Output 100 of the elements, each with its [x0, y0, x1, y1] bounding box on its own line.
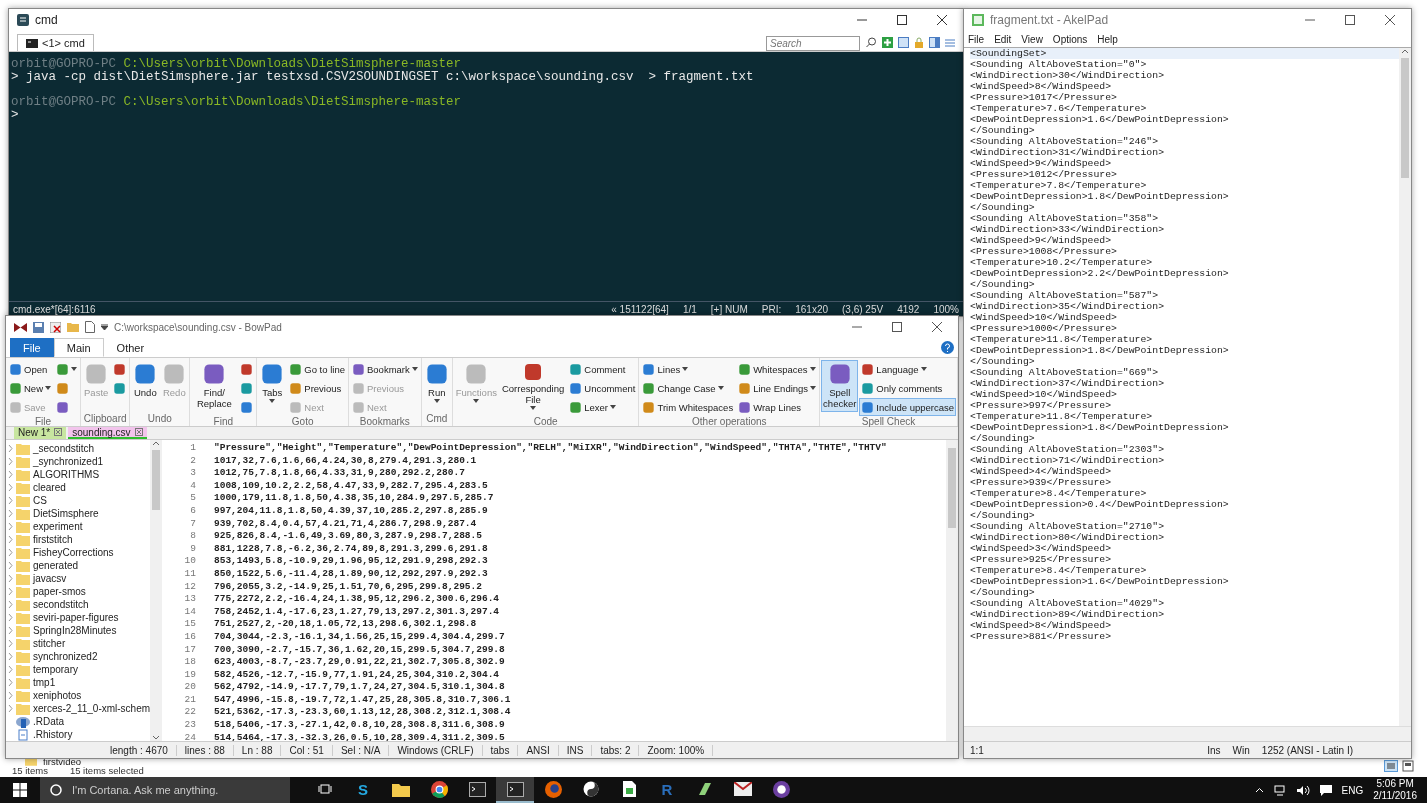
folder-icon[interactable]	[392, 781, 410, 797]
tree-item[interactable]: xerces-2_11_0-xml-schem	[33, 703, 150, 714]
ribbon-button[interactable]: Lines	[640, 360, 736, 378]
menu-item[interactable]: File	[968, 33, 985, 45]
tree-item[interactable]: seviri-paper-figures	[33, 612, 119, 623]
ribbon-button[interactable]: Lexer	[567, 398, 638, 416]
tree-item[interactable]: tmp1	[33, 677, 56, 688]
tree-item[interactable]: FisheyCorrections	[33, 547, 114, 558]
ribbon-button[interactable]: Trim Whitespaces	[640, 398, 736, 416]
window-stack-icon[interactable]	[318, 783, 332, 795]
menu-item[interactable]: Help	[1097, 33, 1118, 45]
ribbon-button[interactable]: Change Case	[640, 379, 736, 397]
scrollbar-thumb[interactable]	[1401, 58, 1409, 178]
ribbon-tab[interactable]: Main	[53, 338, 104, 357]
lock-icon[interactable]	[914, 37, 924, 48]
ribbon-button[interactable]: New	[7, 379, 53, 397]
ribbon-tab[interactable]: Other	[103, 338, 158, 357]
tree-item[interactable]: DietSimsphere	[33, 508, 99, 519]
tree-item[interactable]: javacsv	[33, 573, 67, 584]
globe-icon[interactable]	[544, 780, 562, 798]
document-tab[interactable]: New 1*	[14, 427, 67, 439]
ribbon-button[interactable]: Language	[859, 360, 956, 378]
tree-item[interactable]: CS	[33, 495, 47, 506]
tree-item[interactable]: ALGORITHMS	[33, 469, 100, 480]
ribbon-button[interactable]: Spell checker	[821, 360, 859, 412]
network-icon[interactable]	[1273, 784, 1287, 796]
ribbon-button[interactable]: Only comments	[859, 379, 956, 397]
ribbon-button[interactable]: Tabs	[258, 360, 287, 412]
console-icon[interactable]	[468, 781, 486, 797]
ribbon-button[interactable]: Corresponding File	[499, 360, 567, 412]
clock[interactable]: 5:06 PM 2/11/2016	[1373, 778, 1417, 802]
ribbon-button[interactable]: Undo	[131, 360, 160, 412]
tree-item[interactable]: .Rhistory	[33, 729, 73, 740]
tree-item[interactable]: generated	[33, 560, 79, 571]
document-icon[interactable]	[85, 321, 95, 333]
tree-item[interactable]: xeniphotos	[33, 690, 82, 701]
tree-item[interactable]: synchronized2	[33, 651, 98, 662]
close-icon[interactable]	[1385, 15, 1395, 25]
help-icon[interactable]	[941, 341, 954, 354]
tree-item[interactable]: temporary	[33, 664, 78, 675]
envelope-icon[interactable]	[734, 782, 752, 796]
tree-item[interactable]: paper-smos	[33, 586, 86, 597]
maximize-icon[interactable]	[897, 15, 907, 25]
ribbon-button[interactable]: Uncomment	[567, 379, 638, 397]
menu-icon[interactable]	[945, 37, 955, 48]
tree-item[interactable]: experiment	[33, 521, 83, 532]
ribbon-button[interactable]: Comment	[567, 360, 638, 378]
language-indicator[interactable]: ENG	[1341, 784, 1364, 796]
app-icon[interactable]: S	[358, 780, 368, 798]
scrollbar-thumb[interactable]	[948, 448, 956, 528]
ribbon-button[interactable]: Go to line	[287, 360, 347, 378]
document-tab[interactable]: sounding.csv	[68, 427, 147, 439]
tree-item[interactable]: _secondstitch	[33, 443, 95, 454]
search-icon[interactable]	[866, 37, 877, 48]
scroll-down-icon[interactable]	[152, 735, 160, 741]
maximize-icon[interactable]	[1345, 15, 1355, 25]
add-icon[interactable]	[882, 37, 893, 48]
scrollbar-thumb[interactable]	[152, 450, 160, 510]
tree-item[interactable]: .RData	[33, 716, 65, 727]
panel-icon[interactable]	[929, 37, 940, 48]
spreadsheet-icon[interactable]	[622, 781, 636, 797]
ribbon-button[interactable]: Find/ Replace	[191, 360, 238, 412]
layout-icon[interactable]	[898, 37, 909, 48]
tree-item[interactable]: SpringIn28Minutes	[33, 625, 117, 636]
ribbon-button[interactable]: Wrap Lines	[736, 398, 819, 416]
leaf-icon[interactable]	[697, 781, 713, 797]
yin-yang-icon[interactable]	[583, 781, 599, 797]
app-icon[interactable]	[772, 780, 790, 798]
tree-item[interactable]: stitcher	[33, 638, 66, 649]
menu-item[interactable]: Options	[1052, 33, 1088, 45]
speaker-icon[interactable]	[1296, 784, 1310, 796]
close-icon[interactable]	[932, 322, 942, 332]
scroll-up-icon[interactable]	[152, 440, 160, 446]
ribbon-button[interactable]: Previous	[287, 379, 347, 397]
ribbon-button[interactable]: Line Endings	[736, 379, 819, 397]
search-field[interactable]: Search	[766, 36, 860, 51]
tree-item[interactable]: secondstitch	[33, 599, 89, 610]
console-icon[interactable]	[506, 781, 524, 797]
ribbon-tab[interactable]: File	[10, 338, 54, 357]
horizontal-scrollbar[interactable]	[964, 726, 1411, 741]
tree-item[interactable]: _synchronized1	[33, 456, 104, 467]
tiles-view-icon[interactable]	[1402, 760, 1414, 772]
close-icon[interactable]	[937, 15, 947, 25]
close-file-icon[interactable]	[50, 321, 61, 333]
search-field[interactable]: I'm Cortana. Ask me anything.	[40, 777, 290, 803]
save-icon[interactable]	[33, 321, 44, 333]
message-icon[interactable]	[1319, 784, 1332, 796]
scroll-up-icon[interactable]	[1401, 48, 1409, 54]
windows-logo-icon[interactable]	[13, 783, 27, 797]
ribbon-button[interactable]: Run	[422, 360, 451, 412]
ribbon-button[interactable]: Include uppercase	[859, 398, 956, 416]
tree-item[interactable]: cleared	[33, 482, 66, 493]
chevron-up-icon[interactable]	[1254, 787, 1264, 793]
menu-item[interactable]: View	[1021, 33, 1043, 45]
tree-item[interactable]: firststitch	[33, 534, 73, 545]
ribbon-button[interactable]: Whitespaces	[736, 360, 819, 378]
maximize-icon[interactable]	[892, 322, 902, 332]
menu-item[interactable]: Edit	[994, 33, 1012, 45]
console-tab[interactable]: <1> cmd	[17, 34, 94, 51]
chrome-icon[interactable]	[430, 780, 448, 798]
